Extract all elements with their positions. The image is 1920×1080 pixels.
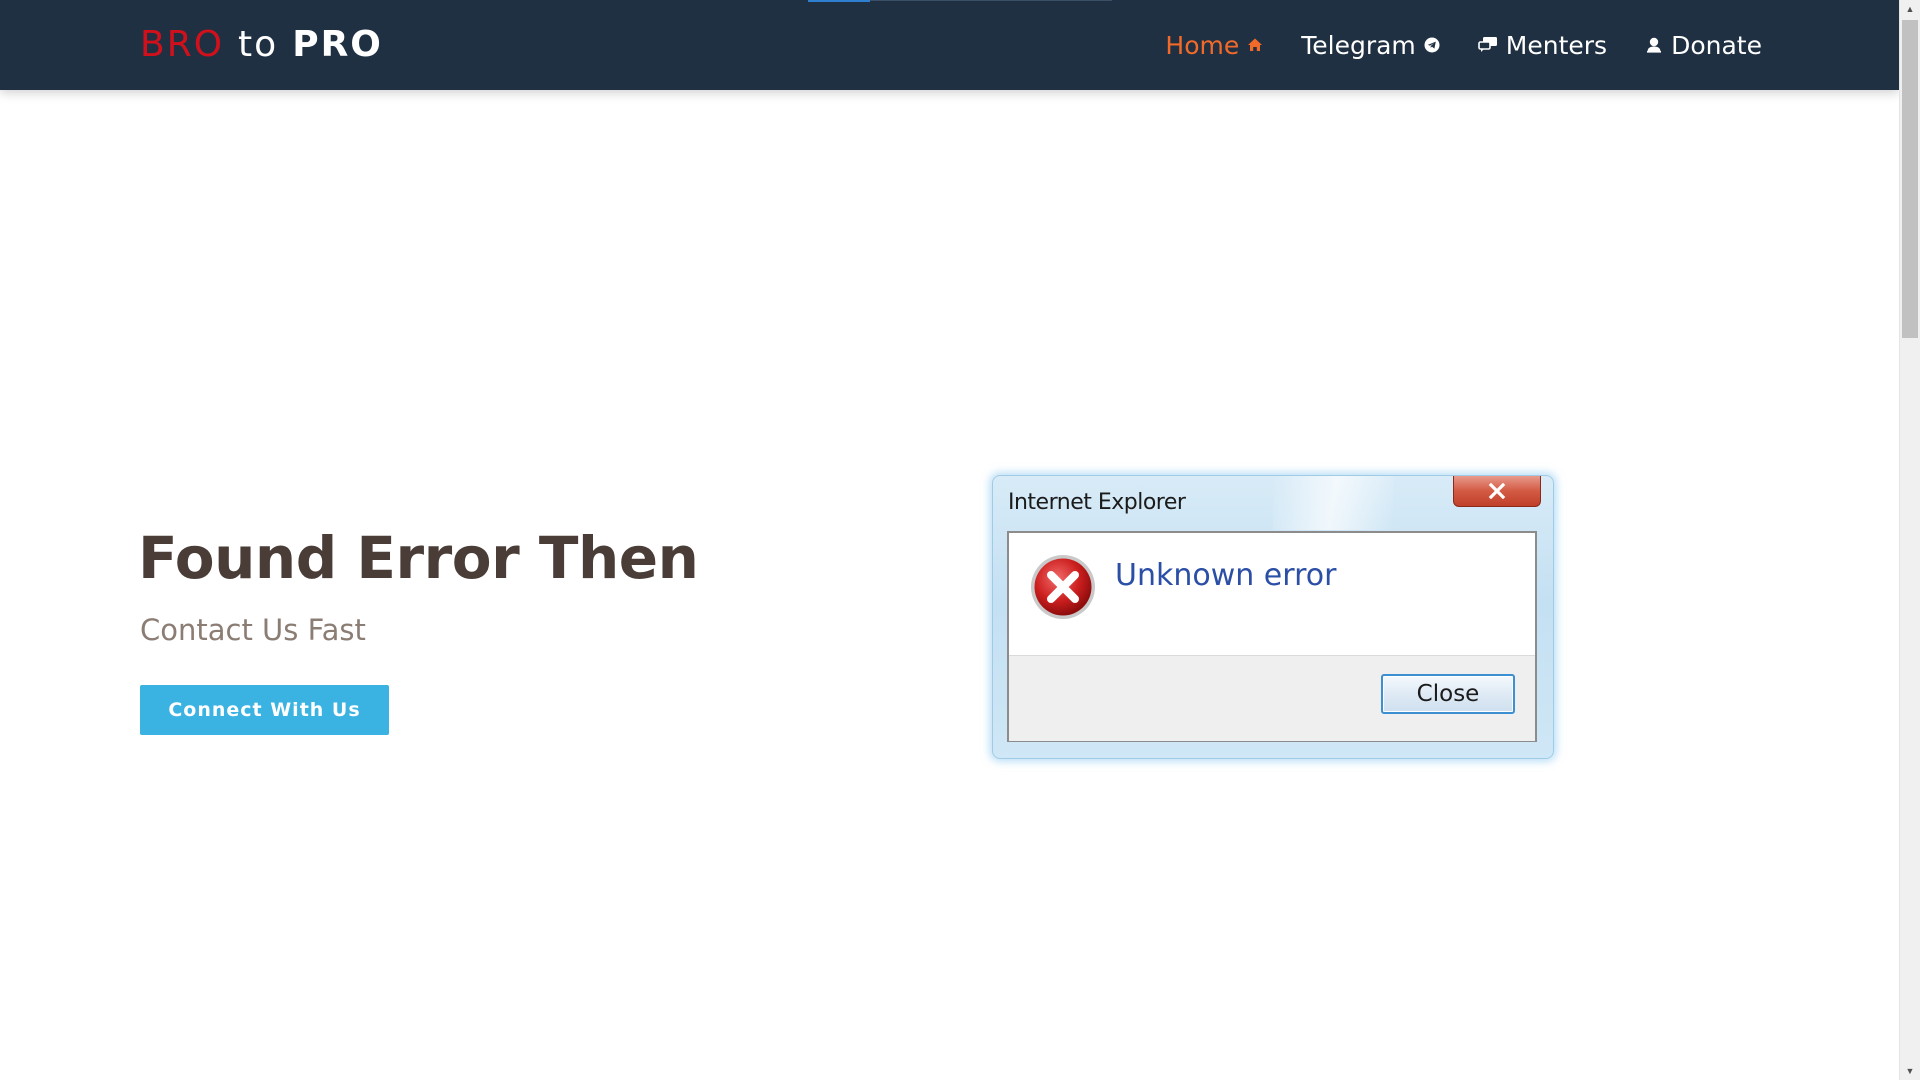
close-icon: [1488, 483, 1506, 499]
nav-item-telegram[interactable]: Telegram: [1301, 31, 1440, 60]
page-load-progress: [808, 0, 870, 2]
hero-subtitle: Contact Us Fast: [140, 613, 366, 647]
nav-item-telegram-label: Telegram: [1301, 30, 1416, 60]
scrollbar-thumb[interactable]: [1902, 20, 1918, 338]
user-icon: [1645, 36, 1663, 54]
brand-logo[interactable]: BRO to PRO: [140, 22, 383, 68]
home-icon: [1247, 37, 1263, 53]
dialog-content: Unknown error: [1009, 533, 1535, 655]
brand-logo-part-to: to: [238, 24, 279, 65]
hero-title: Found Error Then: [138, 524, 699, 592]
error-dialog-illustration: Internet Explorer Unknown error Close: [992, 475, 1554, 759]
dialog-close-x-button: [1453, 476, 1541, 507]
telegram-icon: [1424, 37, 1440, 53]
nav-item-donate-label: Donate: [1671, 30, 1762, 60]
nav-item-menters[interactable]: Menters: [1477, 30, 1608, 60]
nav-item-donate[interactable]: Donate: [1645, 31, 1762, 60]
brand-logo-part-pro: PRO: [292, 24, 383, 65]
dialog-body: Unknown error Close: [1007, 531, 1537, 742]
dialog-footer: Close: [1009, 655, 1535, 741]
navbar: BRO to PRO Home Telegram Menters Donate: [0, 0, 1899, 90]
brand-logo-part-bro: BRO: [140, 24, 225, 65]
nav-item-home-label: Home: [1165, 30, 1240, 60]
chat-icon: [1477, 36, 1498, 54]
nav-item-home[interactable]: Home: [1165, 31, 1263, 60]
nav-menu: Home Telegram Menters Donate: [1165, 0, 1762, 90]
dialog-message: Unknown error: [1115, 558, 1337, 593]
error-icon: [1031, 555, 1095, 619]
page-load-progress-track: [870, 0, 1112, 1]
dialog-close-button: Close: [1381, 674, 1515, 714]
page: BRO to PRO Home Telegram Menters Donate …: [0, 0, 1920, 1080]
scroll-up-arrow-icon[interactable]: ▲: [1900, 0, 1920, 18]
vertical-scrollbar[interactable]: ▲ ▼: [1899, 0, 1920, 1080]
dialog-title: Internet Explorer: [1008, 490, 1186, 515]
connect-with-us-button[interactable]: Connect With Us: [140, 685, 389, 735]
nav-item-menters-label: Menters: [1505, 30, 1608, 60]
dialog-glass-sheen: [1273, 476, 1393, 530]
scroll-down-arrow-icon[interactable]: ▼: [1900, 1062, 1920, 1080]
